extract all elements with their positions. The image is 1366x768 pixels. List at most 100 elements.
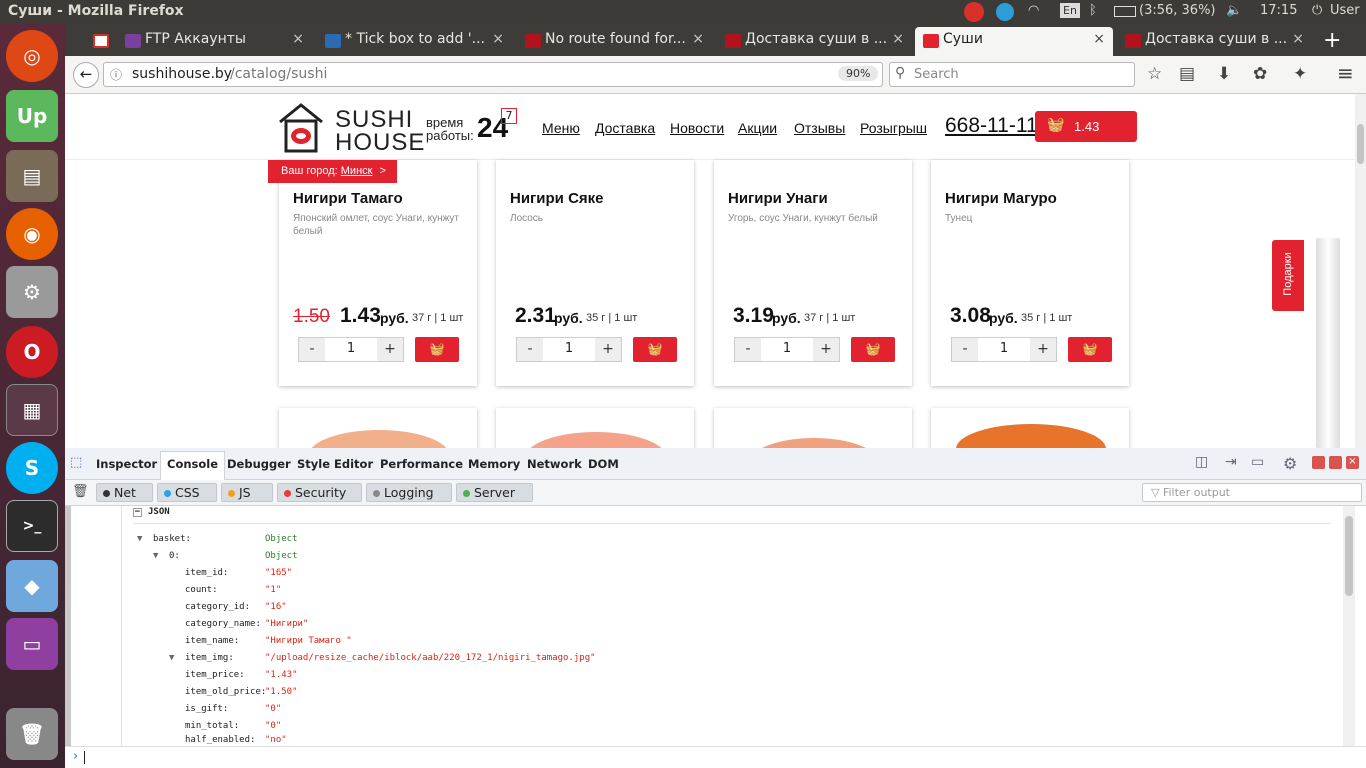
new-tab-button[interactable]: + bbox=[1323, 28, 1341, 53]
tab-console[interactable]: Console bbox=[160, 451, 226, 480]
add-to-cart-button[interactable]: 🧺 bbox=[415, 337, 459, 362]
tab-debugger[interactable]: Debugger bbox=[227, 457, 291, 471]
tab-delivery-1[interactable]: Доставка суши в ... × bbox=[717, 27, 912, 56]
info-icon[interactable]: ⓘ bbox=[110, 66, 122, 83]
decrease-button[interactable]: - bbox=[517, 338, 543, 361]
close-icon[interactable]: × bbox=[692, 31, 704, 47]
phone-link[interactable]: 668-11-11 bbox=[945, 114, 1038, 138]
reading-list-icon[interactable]: ▤ bbox=[1179, 64, 1195, 84]
volume-icon[interactable]: 🔈 bbox=[1226, 3, 1242, 18]
tree-row[interactable]: item_price: "1.43" bbox=[185, 667, 1285, 684]
settings-icon[interactable]: ⚙ bbox=[6, 266, 58, 318]
tree-row[interactable]: count: "1" bbox=[185, 582, 1285, 599]
addon-icon[interactable]: ✿ bbox=[1253, 64, 1267, 84]
tree-row[interactable]: is_gift: "0" bbox=[185, 701, 1285, 718]
files-icon[interactable]: ▤ bbox=[6, 150, 58, 202]
menu-link-delivery[interactable]: Доставка bbox=[595, 120, 655, 136]
close-icon[interactable]: × bbox=[292, 31, 304, 47]
dock-icon[interactable]: ▭ bbox=[1251, 454, 1264, 470]
tree-row[interactable]: min_total: "0" bbox=[185, 718, 1285, 735]
tree-row[interactable]: ▼ 0: Object bbox=[153, 548, 1353, 565]
tree-row[interactable]: item_id: "165" bbox=[185, 565, 1285, 582]
tab-tickbox[interactable]: * Tick box to add '... × bbox=[317, 27, 512, 56]
user-name[interactable]: User bbox=[1330, 3, 1360, 18]
city-name[interactable]: Минск bbox=[341, 165, 373, 177]
product-image[interactable] bbox=[714, 408, 912, 448]
workspace-switcher-icon[interactable]: ▦ bbox=[6, 384, 58, 436]
tree-row[interactable]: half_enabled: "no" bbox=[185, 735, 1285, 746]
menu-link-promotions[interactable]: Акции bbox=[738, 120, 777, 136]
expand-arrow-icon[interactable]: ▼ bbox=[169, 650, 174, 667]
console-scrollbar-thumb[interactable] bbox=[1345, 516, 1353, 596]
search-bar[interactable]: ⚲ Search bbox=[889, 62, 1135, 87]
tree-row[interactable]: ▼ basket: Object bbox=[137, 531, 1337, 548]
upwork-icon[interactable]: Up bbox=[6, 90, 58, 142]
tab-performance[interactable]: Performance bbox=[380, 457, 463, 471]
clock[interactable]: 17:15 bbox=[1260, 3, 1297, 18]
battery-icon[interactable] bbox=[1114, 6, 1136, 17]
maximize-icon[interactable] bbox=[1329, 456, 1342, 469]
close-icon[interactable]: × bbox=[892, 31, 904, 47]
product-name[interactable]: Нигири Сяке bbox=[510, 190, 604, 207]
product-name[interactable]: Нигири Магуро bbox=[945, 190, 1057, 207]
product-image[interactable] bbox=[931, 408, 1129, 448]
tree-row[interactable]: ▼ item_img: "/upload/resize_cache/iblock/a… bbox=[169, 650, 1269, 667]
quantity-value[interactable]: 1 bbox=[325, 341, 377, 356]
page-scrollbar[interactable] bbox=[1355, 94, 1366, 448]
tree-row[interactable]: item_old_price: "1.50" bbox=[185, 684, 1285, 701]
virtualbox-icon[interactable]: ◆ bbox=[6, 560, 58, 612]
tab-memory[interactable]: Memory bbox=[468, 457, 520, 471]
add-to-cart-button[interactable]: 🧺 bbox=[1068, 337, 1112, 362]
decrease-button[interactable]: - bbox=[299, 338, 325, 361]
app-window-icon[interactable]: ▭ bbox=[6, 618, 58, 670]
tab-inspector[interactable]: Inspector bbox=[96, 457, 157, 471]
tab-style-editor[interactable]: Style Editor bbox=[297, 457, 373, 471]
tab-dom[interactable]: DOM bbox=[588, 457, 619, 471]
sushi-house-logo-icon[interactable] bbox=[277, 102, 325, 154]
tree-row[interactable]: category_id: "16" bbox=[185, 599, 1285, 616]
increase-button[interactable]: + bbox=[813, 338, 839, 361]
extension-icon[interactable]: ✦ bbox=[1293, 64, 1307, 84]
close-icon[interactable]: × bbox=[492, 31, 504, 47]
terminal-icon[interactable]: >_ bbox=[6, 500, 58, 552]
close-icon[interactable]: × bbox=[1346, 456, 1359, 469]
minimize-icon[interactable] bbox=[1312, 456, 1325, 469]
menu-link-menu[interactable]: Меню bbox=[542, 120, 580, 136]
telegram-icon[interactable] bbox=[996, 3, 1014, 21]
increase-button[interactable]: + bbox=[595, 338, 621, 361]
cart-button[interactable]: 🧺 1.43 bbox=[1035, 111, 1137, 142]
add-to-cart-button[interactable]: 🧺 bbox=[633, 337, 677, 362]
tab-ftp[interactable]: FTP Аккаунты × bbox=[117, 27, 312, 56]
decrease-button[interactable]: - bbox=[735, 338, 761, 361]
wifi-icon[interactable]: ◠ bbox=[1028, 3, 1039, 18]
menu-link-reviews[interactable]: Отзывы bbox=[794, 120, 845, 136]
console-scrollbar[interactable] bbox=[1343, 506, 1355, 746]
page-scrollbar-thumb[interactable] bbox=[1357, 124, 1364, 164]
tab-delivery-2[interactable]: Доставка суши в ... × bbox=[1117, 27, 1312, 56]
close-icon[interactable]: × bbox=[1093, 31, 1105, 47]
product-name[interactable]: Нигири Тамаго bbox=[293, 190, 403, 207]
tab-network[interactable]: Network bbox=[527, 457, 582, 471]
increase-button[interactable]: + bbox=[1030, 338, 1056, 361]
tab-sushi[interactable]: Суши × bbox=[915, 27, 1113, 56]
filter-server[interactable]: Server bbox=[456, 483, 533, 502]
tree-row[interactable]: category_name: "Нигири" bbox=[185, 616, 1285, 633]
quantity-value[interactable]: 1 bbox=[978, 341, 1030, 356]
download-icon[interactable]: ⬇ bbox=[1217, 64, 1231, 84]
menu-link-news[interactable]: Новости bbox=[670, 120, 724, 136]
quantity-value[interactable]: 1 bbox=[543, 341, 595, 356]
tab-gmail[interactable] bbox=[85, 27, 113, 56]
close-icon[interactable]: × bbox=[1292, 31, 1304, 47]
filter-js[interactable]: JS bbox=[221, 483, 273, 502]
product-image[interactable] bbox=[279, 408, 477, 448]
opera-icon[interactable]: O bbox=[6, 326, 58, 378]
bluetooth-icon[interactable]: ᛒ bbox=[1089, 3, 1097, 18]
tab-no-route[interactable]: No route found for... × bbox=[517, 27, 712, 56]
filter-css[interactable]: CSS bbox=[157, 483, 217, 502]
bookmark-star-icon[interactable]: ☆ bbox=[1147, 64, 1162, 84]
expand-arrow-icon[interactable]: ▼ bbox=[153, 548, 158, 565]
skype-icon[interactable]: S bbox=[6, 442, 58, 494]
filter-output-input[interactable]: ▽ Filter output bbox=[1142, 483, 1362, 502]
product-name[interactable]: Нигири Унаги bbox=[728, 190, 828, 207]
quantity-value[interactable]: 1 bbox=[761, 341, 813, 356]
